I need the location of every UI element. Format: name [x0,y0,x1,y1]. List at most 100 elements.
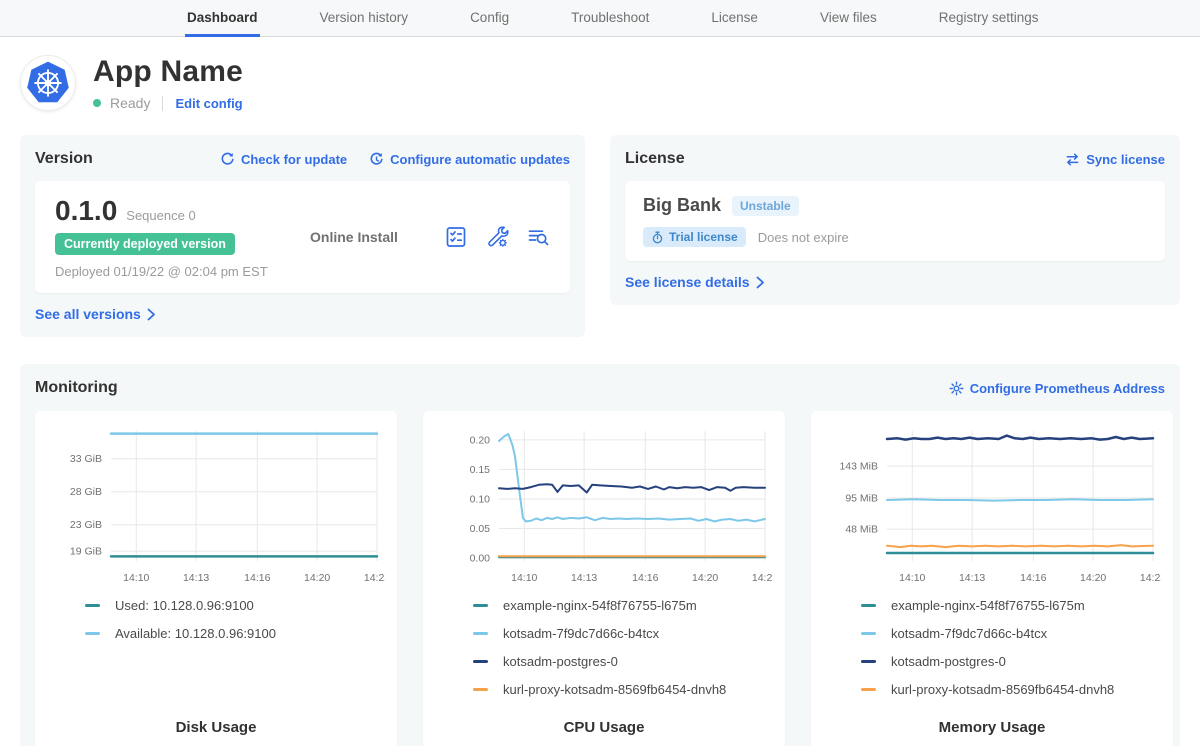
tab-license[interactable]: License [709,0,760,37]
svg-text:14:13: 14:13 [571,572,597,584]
legend-item: Available: 10.128.0.96:9100 [85,625,385,641]
legend-label: kotsadm-7f9dc7d66c-b4tcx [503,626,659,641]
ready-status-dot [93,99,101,107]
svg-text:14:20: 14:20 [692,572,718,584]
svg-text:14:10: 14:10 [511,572,537,584]
legend-item: kotsadm-7f9dc7d66c-b4tcx [861,625,1161,641]
svg-text:0.05: 0.05 [470,523,491,535]
svg-text:0.20: 0.20 [470,434,491,446]
legend-label: kotsadm-7f9dc7d66c-b4tcx [891,626,1047,641]
legend-label: Available: 10.128.0.96:9100 [115,626,276,641]
channel-badge: Unstable [732,196,799,216]
svg-text:14:10: 14:10 [899,572,925,584]
sync-license-link[interactable]: Sync license [1065,152,1165,167]
svg-text:0.15: 0.15 [470,464,491,476]
legend-label: example-nginx-54f8f76755-l675m [503,598,697,613]
memory-usage-chart-card: 14:10 14:13 14:16 14:20 14:23 143 MiB 95 MiB 48… [811,411,1173,746]
license-summary-row: Big Bank Unstable Trial l [625,181,1165,261]
svg-text:14:16: 14:16 [1020,572,1046,584]
svg-text:48 MiB: 48 MiB [845,524,878,536]
svg-text:14:10: 14:10 [123,572,149,584]
svg-text:14:13: 14:13 [183,572,209,584]
chart-legend: example-nginx-54f8f76755-l675m kotsadm-7f… [861,597,1161,709]
version-number: 0.1.0 [55,195,117,227]
configure-automatic-updates-link[interactable]: Configure automatic updates [369,152,570,167]
disk-usage-chart-card: 14:1014:1314:1614:2014:2333 GiB28 GiB23 … [35,411,397,746]
app-logo [20,55,76,111]
view-files-search-icon[interactable] [526,225,550,249]
configure-prometheus-link[interactable]: Configure Prometheus Address [949,381,1165,396]
monitoring-title: Monitoring [35,379,118,397]
svg-text:14:23: 14:23 [364,572,385,584]
tab-registry-settings[interactable]: Registry settings [937,0,1041,37]
clock-refresh-icon [369,152,384,167]
chart-title: Disk Usage [47,719,385,736]
legend-item: example-nginx-54f8f76755-l675m [861,597,1161,613]
see-all-versions-link[interactable]: See all versions [35,306,156,322]
legend-color-dash [473,688,488,691]
chart-plot-area: 14:1014:1314:1614:2014:230.200.150.100.0… [435,419,773,591]
tab-config[interactable]: Config [468,0,511,37]
svg-text:19 GiB: 19 GiB [70,546,102,558]
chevron-right-icon [756,276,765,289]
legend-item: kotsadm-postgres-0 [473,653,773,669]
app-title: App Name [93,55,243,89]
legend-color-dash [473,632,488,635]
legend-label: kurl-proxy-kotsadm-8569fb6454-dnvh8 [503,682,726,697]
tab-view-files[interactable]: View files [818,0,879,37]
gear-icon [949,381,964,396]
chart-title: Memory Usage [823,719,1161,736]
svg-text:143 MiB: 143 MiB [839,461,878,473]
svg-text:33 GiB: 33 GiB [70,453,102,465]
legend-label: kurl-proxy-kotsadm-8569fb6454-dnvh8 [891,682,1114,697]
chart-plot-area: 14:10 14:13 14:16 14:20 14:23 143 MiB 95 MiB 48… [823,419,1161,591]
legend-item: kotsadm-7f9dc7d66c-b4tcx [473,625,773,641]
chart-title: CPU Usage [435,719,773,736]
cpu-usage-chart-card: 14:1014:1314:1614:2014:230.200.150.100.0… [423,411,785,746]
legend-color-dash [473,660,488,663]
legend-item: kurl-proxy-kotsadm-8569fb6454-dnvh8 [473,681,773,697]
svg-text:14:23: 14:23 [1140,572,1161,584]
check-for-update-link[interactable]: Check for update [220,152,347,167]
trial-license-badge: Trial license [643,227,746,247]
install-type-label: Online Install [310,229,444,245]
svg-text:14:13: 14:13 [959,572,985,584]
legend-color-dash [861,632,876,635]
preflight-checks-icon[interactable] [444,225,468,249]
license-card-title: License [625,150,685,168]
svg-text:23 GiB: 23 GiB [70,519,102,531]
currently-deployed-badge: Currently deployed version [55,233,235,255]
current-version-row: 0.1.0 Sequence 0 Currently deployed vers… [35,181,570,293]
svg-text:14:20: 14:20 [304,572,330,584]
edit-config-link[interactable]: Edit config [175,96,242,111]
legend-color-dash [861,688,876,691]
stopwatch-icon [651,231,664,244]
license-card: License Sync license Big Bank Unstable [610,135,1180,305]
chart-legend: example-nginx-54f8f76755-l675m kotsadm-7f… [473,597,773,709]
tab-dashboard[interactable]: Dashboard [185,0,260,37]
legend-color-dash [85,604,100,607]
tab-troubleshoot[interactable]: Troubleshoot [569,0,651,37]
svg-text:95 MiB: 95 MiB [845,492,878,504]
version-card: Version Check for update [20,135,585,337]
sync-arrows-icon [1065,152,1080,167]
version-sequence: Sequence 0 [126,208,195,223]
chevron-right-icon [147,308,156,321]
legend-item: example-nginx-54f8f76755-l675m [473,597,773,613]
legend-label: kotsadm-postgres-0 [503,654,618,669]
svg-text:14:20: 14:20 [1080,572,1106,584]
app-header: App Name Ready Edit config [20,37,1180,111]
legend-color-dash [473,604,488,607]
config-wrench-icon[interactable] [485,225,509,249]
top-navigation: Dashboard Version history Config Troublesho… [0,0,1200,37]
tab-version-history[interactable]: Version history [318,0,411,37]
see-license-details-link[interactable]: See license details [625,274,765,290]
legend-label: kotsadm-postgres-0 [891,654,1006,669]
license-expiry-label: Does not expire [758,230,849,245]
svg-text:0.00: 0.00 [470,553,491,565]
legend-color-dash [85,632,100,635]
legend-item: Used: 10.128.0.96:9100 [85,597,385,613]
legend-item: kotsadm-postgres-0 [861,653,1161,669]
refresh-icon [220,152,235,167]
deployed-timestamp: Deployed 01/19/22 @ 02:04 pm EST [55,264,310,279]
